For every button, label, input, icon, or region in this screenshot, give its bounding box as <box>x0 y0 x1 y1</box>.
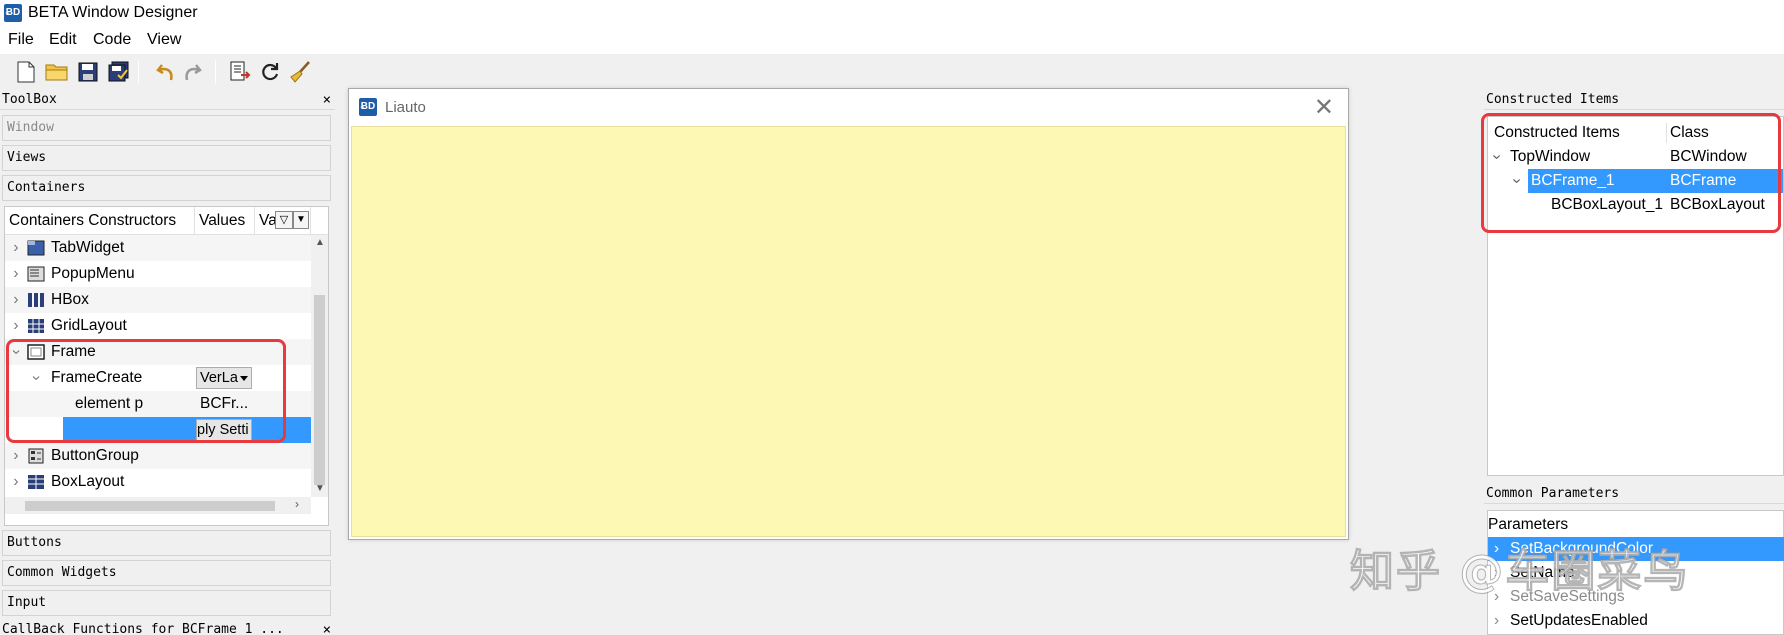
toolbox-title: ToolBox <box>2 92 57 107</box>
boxlayout-icon <box>28 475 44 489</box>
menu-view[interactable]: View <box>147 31 181 49</box>
tree-item-buttongroup[interactable]: › ButtonGroup <box>5 443 311 469</box>
gridlayout-icon <box>28 319 44 333</box>
app-logo-icon: ɃD <box>4 4 22 22</box>
scroll-right-icon[interactable]: › <box>295 497 299 511</box>
toolbox-close-button[interactable]: × <box>323 90 331 110</box>
tree-item-popupmenu[interactable]: › PopupMenu <box>5 261 311 287</box>
chevron-right-icon[interactable]: › <box>9 313 23 339</box>
tree-item-label: BoxLayout <box>51 473 125 490</box>
scrollbar-thumb[interactable] <box>314 295 325 485</box>
new-file-icon[interactable] <box>12 58 40 86</box>
tree-item-label: ButtonGroup <box>51 447 139 464</box>
filter-icon[interactable]: ▽ <box>275 211 293 229</box>
undo-icon[interactable] <box>152 58 180 86</box>
save-all-icon[interactable] <box>105 58 133 86</box>
export-code-icon[interactable] <box>226 58 254 86</box>
designer-preview-window[interactable]: ɃD Liauto ✕ <box>348 88 1349 540</box>
callback-dock-title: CallBack Functions for BCFrame_1 ... × <box>0 620 335 635</box>
tree-item-label: PopupMenu <box>51 265 135 282</box>
annotation-highlight-box <box>6 339 286 443</box>
tree-item-label: GridLayout <box>51 317 127 334</box>
section-window[interactable]: Window <box>2 115 331 141</box>
cp-item-label: SetUpdatesEnabled <box>1510 612 1648 629</box>
menu-edit[interactable]: Edit <box>49 31 77 49</box>
chevron-right-icon[interactable]: › <box>1494 609 1499 633</box>
chevron-right-icon[interactable]: › <box>9 469 23 495</box>
section-buttons[interactable]: Buttons <box>2 530 331 556</box>
popupmenu-icon <box>27 266 45 282</box>
toolbox-dock-title: ToolBox × <box>0 90 335 110</box>
tree-item-hbox[interactable]: › HBox <box>5 287 311 313</box>
cp-header[interactable]: Parameters <box>1488 513 1784 537</box>
section-views[interactable]: Views <box>2 145 331 171</box>
tree-item-tabwidget[interactable]: › TabWidget <box>5 235 311 261</box>
tree-item-boxlayout[interactable]: › BoxLayout <box>5 469 311 495</box>
clean-broom-icon[interactable] <box>286 58 314 86</box>
common-parameters-dock-title: Common Parameters <box>1484 484 1784 504</box>
section-containers[interactable]: Containers <box>2 175 331 201</box>
preview-frame-canvas[interactable] <box>351 126 1346 537</box>
constructed-items-dock-title: Constructed Items <box>1484 90 1784 110</box>
watermark-text: 知乎 @车圈菜鸟 <box>1349 546 1690 598</box>
buttongroup-icon <box>28 448 44 464</box>
section-input[interactable]: Input <box>2 590 331 616</box>
refresh-icon[interactable] <box>256 58 284 86</box>
header-va[interactable]: Va ▽ ▼ <box>255 207 311 235</box>
chevron-right-icon[interactable]: › <box>9 443 23 469</box>
preview-window-title: Liauto <box>385 99 426 116</box>
app-logo-icon: ɃD <box>359 98 377 116</box>
tree-vertical-scrollbar[interactable]: ▲ ▼ <box>311 235 328 497</box>
toolbar-separator <box>138 60 139 84</box>
title-bar: ɃD BETA Window Designer <box>0 0 1784 28</box>
chevron-right-icon[interactable]: › <box>9 235 23 261</box>
toolbar <box>0 54 1784 90</box>
annotation-highlight-box <box>1481 113 1781 233</box>
tabwidget-icon <box>27 240 45 256</box>
chevron-right-icon[interactable]: › <box>9 287 23 313</box>
toolbar-separator <box>215 60 216 84</box>
redo-icon[interactable] <box>178 58 206 86</box>
scroll-up-icon[interactable]: ▲ <box>315 237 325 248</box>
save-icon[interactable] <box>74 58 102 86</box>
callback-title: CallBack Functions for BCFrame_1 ... <box>2 622 284 635</box>
chevron-down-icon[interactable]: ▼ <box>293 211 309 229</box>
tree-item-gridlayout[interactable]: › GridLayout <box>5 313 311 339</box>
menu-file[interactable]: File <box>8 31 34 49</box>
close-icon[interactable]: ✕ <box>1314 93 1334 122</box>
tree-header: Containers Constructors Values Va ▽ ▼ <box>5 207 328 235</box>
scrollbar-thumb[interactable] <box>25 501 275 511</box>
open-folder-icon[interactable] <box>43 58 71 86</box>
tree-horizontal-scrollbar[interactable]: › <box>5 497 311 514</box>
header-containers-constructors[interactable]: Containers Constructors <box>5 207 195 235</box>
cp-row[interactable]: › SetUpdatesEnabled <box>1488 609 1784 633</box>
tree-item-label: TabWidget <box>51 239 125 256</box>
chevron-right-icon[interactable]: › <box>9 261 23 287</box>
hbox-icon <box>28 293 44 307</box>
header-values[interactable]: Values <box>195 207 255 235</box>
scroll-down-icon[interactable]: ▼ <box>315 483 325 494</box>
section-common-widgets[interactable]: Common Widgets <box>2 560 331 586</box>
tree-item-label: HBox <box>51 291 89 308</box>
menu-bar: File Edit Code View <box>0 28 1784 54</box>
callback-close-button[interactable]: × <box>323 620 331 635</box>
menu-code[interactable]: Code <box>93 31 131 49</box>
window-title: BETA Window Designer <box>28 4 198 21</box>
